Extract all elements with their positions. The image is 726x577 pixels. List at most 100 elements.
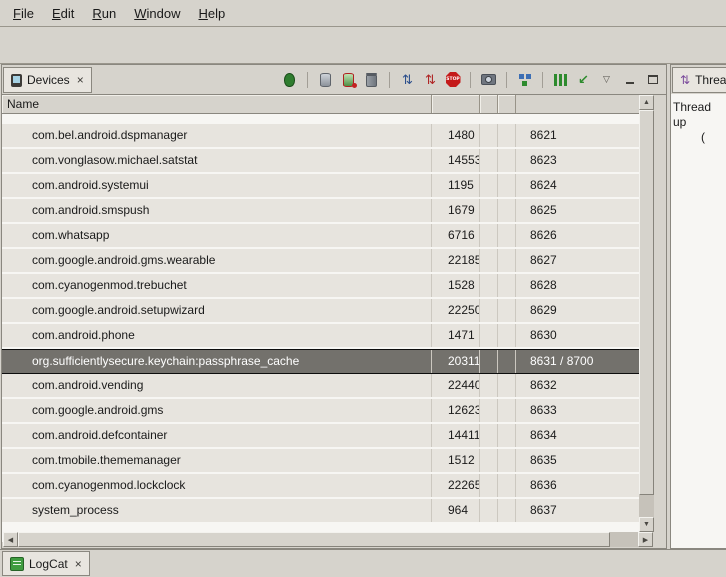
dump-hprof-icon[interactable] — [340, 71, 357, 88]
process-name-cell: com.android.systemui — [2, 174, 432, 197]
device-table-body: com.bel.android.dspmanager14808621 com.v… — [2, 114, 639, 542]
vertical-scrollbar[interactable]: ▲ ▼ — [639, 95, 654, 532]
empty-cell — [480, 374, 498, 397]
column-header-b[interactable] — [498, 95, 516, 113]
process-pid-cell: 22440 — [432, 374, 480, 397]
table-row[interactable]: com.whatsapp67168626 — [2, 224, 639, 249]
process-port-cell: 8621 — [516, 124, 639, 147]
toolbar-separator — [542, 72, 543, 88]
threads-message-line1: Thread up — [673, 100, 726, 130]
scroll-right-icon[interactable]: ▶ — [638, 532, 653, 547]
view-hierarchy-icon[interactable] — [516, 71, 533, 88]
tab-logcat-close-icon[interactable]: × — [75, 557, 82, 571]
horizontal-scrollbar-thumb[interactable] — [18, 532, 610, 547]
process-name-cell: com.android.phone — [2, 324, 432, 347]
empty-cell — [498, 149, 516, 172]
tab-devices[interactable]: Devices × — [3, 67, 92, 93]
process-name-cell: com.cyanogenmod.lockclock — [2, 474, 432, 497]
table-row[interactable]: com.cyanogenmod.lockclock22265 8636 — [2, 474, 639, 499]
threads-tabbar: Threads — [671, 65, 726, 95]
process-name-cell: com.android.defcontainer — [2, 424, 432, 447]
process-port-cell: 8635 — [516, 449, 639, 472]
empty-cell — [480, 249, 498, 272]
toolbar-separator — [470, 72, 471, 88]
diagonal-arrow-icon[interactable] — [575, 71, 592, 88]
table-row[interactable]: system_process9648637 — [2, 499, 639, 524]
table-row[interactable]: org.sufficientlysecure.keychain:passphra… — [2, 349, 639, 374]
process-name-cell: com.google.android.setupwizard — [2, 299, 432, 322]
empty-cell — [498, 224, 516, 247]
column-header-a[interactable] — [480, 95, 498, 113]
empty-cell — [498, 449, 516, 472]
empty-cell — [498, 249, 516, 272]
process-name-cell: com.whatsapp — [2, 224, 432, 247]
table-row[interactable]: com.google.android.gms126238633 — [2, 399, 639, 424]
table-row[interactable]: com.google.android.gms.wearable221858627 — [2, 249, 639, 274]
update-threads-icon[interactable] — [399, 71, 416, 88]
table-row[interactable]: com.bel.android.dspmanager14808621 — [2, 124, 639, 149]
devices-toolbar — [281, 67, 661, 92]
method-profiling-icon[interactable] — [422, 71, 439, 88]
update-heap-icon[interactable] — [317, 71, 334, 88]
tab-threads-label: Threads — [695, 73, 726, 87]
scroll-up-icon[interactable]: ▲ — [639, 95, 654, 110]
process-name-cell: com.vonglasow.michael.satstat — [2, 149, 432, 172]
process-pid-cell: 1195 — [432, 174, 480, 197]
empty-cell — [480, 424, 498, 447]
empty-cell — [480, 324, 498, 347]
toolbar-separator — [506, 72, 507, 88]
empty-cell — [480, 299, 498, 322]
column-header-port[interactable] — [516, 95, 639, 113]
table-row[interactable]: com.android.vending224408632 — [2, 374, 639, 399]
column-chart-icon[interactable] — [552, 71, 569, 88]
process-name-cell: com.cyanogenmod.trebuchet — [2, 274, 432, 297]
ddms-window: File Edit Run Window Help Devices × Name — [0, 0, 726, 577]
stop-process-icon[interactable] — [445, 71, 461, 88]
process-port-cell: 8637 — [516, 499, 639, 522]
table-row[interactable]: com.vonglasow.michael.satstat145538623 — [2, 149, 639, 174]
process-port-cell: 8636 — [516, 474, 639, 497]
menu-help[interactable]: Help — [189, 2, 234, 25]
scroll-left-icon[interactable]: ◀ — [3, 532, 18, 547]
horizontal-scrollbar[interactable]: ◀ ▶ — [3, 532, 653, 547]
menu-window[interactable]: Window — [125, 2, 189, 25]
process-pid-cell: 22265 — [432, 474, 480, 497]
process-port-cell: 8626 — [516, 224, 639, 247]
table-row[interactable]: com.android.defcontainer144118634 — [2, 424, 639, 449]
table-row[interactable]: com.android.phone14718630 — [2, 324, 639, 349]
view-menu-icon[interactable] — [598, 71, 615, 88]
tab-threads[interactable]: Threads — [672, 67, 726, 93]
scroll-down-icon[interactable]: ▼ — [639, 517, 654, 532]
maximize-icon[interactable] — [644, 71, 661, 88]
table-row[interactable]: com.android.smspush16798625 — [2, 199, 639, 224]
menu-edit[interactable]: Edit — [43, 2, 83, 25]
vertical-scrollbar-thumb[interactable] — [639, 110, 654, 495]
table-row[interactable]: com.google.android.setupwizard222508629 — [2, 299, 639, 324]
tab-logcat[interactable]: LogCat × — [2, 551, 90, 576]
table-row[interactable]: com.cyanogenmod.trebuchet15288628 — [2, 274, 639, 299]
empty-cell — [498, 374, 516, 397]
main-area: Devices × Name com.bel.android.dspmanage… — [0, 64, 726, 549]
tab-logcat-label: LogCat — [29, 557, 68, 571]
logcat-bar: LogCat × — [0, 549, 726, 577]
column-header-pid[interactable] — [432, 95, 480, 113]
minimize-icon[interactable] — [621, 71, 638, 88]
tab-devices-close-icon[interactable]: × — [77, 73, 84, 87]
process-pid-cell: 1471 — [432, 324, 480, 347]
debug-process-icon[interactable] — [281, 71, 298, 88]
empty-cell — [480, 174, 498, 197]
menu-run[interactable]: Run — [83, 2, 125, 25]
empty-cell — [498, 199, 516, 222]
empty-cell — [480, 499, 498, 522]
cause-gc-icon[interactable] — [363, 71, 380, 88]
column-header-name[interactable]: Name — [2, 95, 432, 113]
tab-devices-label: Devices — [27, 73, 70, 87]
process-pid-cell: 1528 — [432, 274, 480, 297]
empty-cell — [480, 474, 498, 497]
table-row[interactable]: com.android.systemui11958624 — [2, 174, 639, 199]
process-name-cell: org.sufficientlysecure.keychain:passphra… — [2, 350, 432, 373]
toolbar-separator — [389, 72, 390, 88]
screen-capture-icon[interactable] — [480, 71, 497, 88]
table-row[interactable]: com.tmobile.thememanager15128635 — [2, 449, 639, 474]
menu-file[interactable]: File — [4, 2, 43, 25]
